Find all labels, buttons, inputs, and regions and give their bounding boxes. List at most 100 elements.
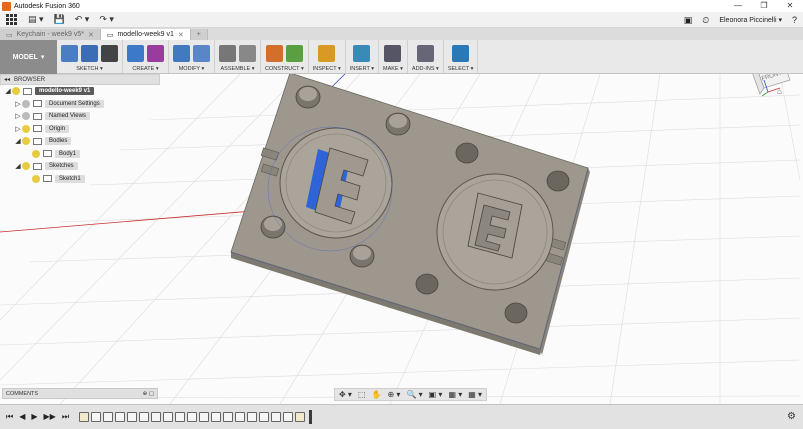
- close-tab-icon[interactable]: ✕: [178, 31, 184, 39]
- ribbon-group-label[interactable]: MAKE ▾: [383, 66, 403, 72]
- timeline-feature-item[interactable]: [139, 412, 150, 422]
- ribbon-group-label[interactable]: INSPECT ▾: [313, 66, 341, 72]
- timeline-playback-icon[interactable]: ◀: [19, 412, 25, 422]
- timeline-feature-item[interactable]: [259, 412, 270, 422]
- ribbon-group-label[interactable]: SKETCH ▾: [76, 66, 103, 72]
- tool-icon[interactable]: [318, 44, 336, 62]
- timeline-feature-item[interactable]: [211, 412, 222, 422]
- ribbon-group[interactable]: ASSEMBLE ▾: [215, 40, 261, 73]
- tool-icon[interactable]: [416, 44, 434, 62]
- browser-tree-item[interactable]: ◢ Bodies: [0, 135, 160, 148]
- redo-icon[interactable]: ↷ ▾: [99, 14, 114, 25]
- expand-toggle-icon[interactable]: ▷: [14, 112, 22, 120]
- nav-tool-icon[interactable]: ✥ ▾: [339, 390, 352, 399]
- tool-icon[interactable]: [127, 44, 144, 62]
- tool-icon[interactable]: [353, 44, 371, 62]
- timeline-playback-icon[interactable]: ⏮: [6, 412, 13, 422]
- tab-modello[interactable]: ▭ modello-week9 v1 ✕: [100, 29, 191, 40]
- tool-icon[interactable]: [193, 44, 210, 62]
- timeline-playback-icon[interactable]: ▶: [31, 412, 37, 422]
- expand-toggle-icon[interactable]: ▷: [14, 100, 22, 108]
- timeline-feature-item[interactable]: [247, 412, 258, 422]
- tool-icon[interactable]: [219, 44, 236, 62]
- browser-tree-item[interactable]: ▷ Origin: [0, 123, 160, 136]
- close-tab-icon[interactable]: ✕: [88, 31, 94, 39]
- ribbon-group[interactable]: INSPECT ▾: [309, 40, 346, 73]
- undo-icon[interactable]: ↶ ▾: [75, 14, 90, 25]
- close-button[interactable]: ✕: [777, 0, 803, 12]
- timeline-feature-item[interactable]: [175, 412, 186, 422]
- timeline-marker[interactable]: [309, 410, 313, 424]
- ribbon-group[interactable]: MAKE ▾: [379, 40, 408, 73]
- nav-tool-icon[interactable]: ⬚: [358, 390, 366, 399]
- browser-tree-item[interactable]: ▷ Document Settings: [0, 98, 160, 111]
- ribbon-group[interactable]: ADD-INS ▾: [408, 40, 444, 73]
- collapse-icon[interactable]: ◂◂: [4, 76, 10, 83]
- history-icon[interactable]: ⏲: [702, 15, 709, 26]
- home-view-icon[interactable]: ⌂: [777, 87, 782, 96]
- ribbon-group[interactable]: SELECT ▾: [444, 40, 479, 73]
- timeline-feature-item[interactable]: [235, 412, 246, 422]
- expand-toggle-icon[interactable]: ◢: [14, 137, 22, 145]
- expand-toggle-icon[interactable]: ▷: [14, 125, 22, 133]
- browser-item-label[interactable]: Sketch1: [55, 174, 85, 183]
- timeline-feature-item[interactable]: [163, 412, 174, 422]
- expand-toggle-icon[interactable]: ◢: [4, 87, 12, 95]
- nav-tool-icon[interactable]: 🔍 ▾: [406, 390, 422, 399]
- timeline-playback-icon[interactable]: ⏭: [62, 412, 69, 422]
- visibility-bulb-icon[interactable]: [22, 112, 30, 121]
- visibility-bulb-icon[interactable]: [22, 137, 30, 146]
- timeline-playback-icon[interactable]: ▶▶: [44, 412, 56, 422]
- ribbon-group[interactable]: CONSTRUCT ▾: [261, 40, 309, 73]
- timeline-feature-item[interactable]: [187, 412, 198, 422]
- nav-tool-icon[interactable]: ▦ ▾: [468, 390, 482, 399]
- timeline-feature-item[interactable]: [223, 412, 234, 422]
- tool-icon[interactable]: [452, 44, 470, 62]
- timeline-feature-item[interactable]: [91, 412, 102, 422]
- timeline-sketch-item[interactable]: [79, 412, 90, 422]
- browser-item-label[interactable]: Origin: [45, 124, 70, 133]
- save-icon[interactable]: 💾: [54, 14, 65, 25]
- browser-tree-item[interactable]: Sketch1: [0, 173, 160, 186]
- ribbon-group[interactable]: MODIFY ▾: [169, 40, 215, 73]
- ribbon-group-label[interactable]: CONSTRUCT ▾: [265, 66, 304, 72]
- nav-tool-icon[interactable]: ▦ ▾: [448, 390, 462, 399]
- data-panel-grid-icon[interactable]: [4, 13, 18, 27]
- tool-icon[interactable]: [173, 44, 190, 62]
- embossed-e-feature[interactable]: [467, 192, 523, 259]
- minimize-button[interactable]: —: [725, 0, 751, 12]
- tool-icon[interactable]: [81, 44, 98, 62]
- visibility-bulb-icon[interactable]: [32, 174, 40, 183]
- timeline-feature-item[interactable]: [151, 412, 162, 422]
- nav-tool-icon[interactable]: ⊕ ▾: [387, 390, 400, 399]
- browser-item-label[interactable]: Sketches: [45, 162, 78, 171]
- timeline-feature-item[interactable]: [127, 412, 138, 422]
- ribbon-group-label[interactable]: ADD-INS ▾: [412, 66, 439, 72]
- ribbon-group[interactable]: CREATE ▾: [123, 40, 169, 73]
- ribbon-group-label[interactable]: ASSEMBLE ▾: [221, 66, 255, 72]
- add-comment-icon[interactable]: ⊕ ▢: [143, 391, 154, 397]
- tool-icon[interactable]: [265, 44, 283, 62]
- ribbon-group-label[interactable]: MODIFY ▾: [179, 66, 205, 72]
- ribbon-group[interactable]: SKETCH ▾: [57, 40, 123, 73]
- tool-icon[interactable]: [61, 44, 78, 62]
- timeline-feature-item[interactable]: [103, 412, 114, 422]
- maximize-button[interactable]: ❐: [751, 0, 777, 12]
- browser-tree-item[interactable]: ▷ Named Views: [0, 110, 160, 123]
- browser-tree-item[interactable]: ◢ Sketches: [0, 160, 160, 173]
- file-menu-icon[interactable]: ▤ ▾: [28, 14, 44, 25]
- expand-toggle-icon[interactable]: ◢: [14, 162, 22, 170]
- ribbon-group-label[interactable]: SELECT ▾: [448, 66, 474, 72]
- nav-tool-icon[interactable]: ✋: [372, 390, 382, 399]
- comments-panel[interactable]: COMMENTS ⊕ ▢: [2, 388, 158, 399]
- browser-item-label[interactable]: Named Views: [45, 112, 90, 121]
- browser-tree-item[interactable]: ◢ modello-week9 v1: [0, 85, 160, 98]
- tool-icon[interactable]: [147, 44, 164, 62]
- workspace-switcher[interactable]: MODEL ▾: [0, 40, 57, 74]
- timeline-feature-item[interactable]: [199, 412, 210, 422]
- tool-icon[interactable]: [101, 44, 118, 62]
- tool-icon[interactable]: [239, 44, 256, 62]
- nav-tool-icon[interactable]: ▣ ▾: [429, 390, 443, 399]
- timeline-feature-item[interactable]: [283, 412, 294, 422]
- timeline-feature-item[interactable]: [271, 412, 282, 422]
